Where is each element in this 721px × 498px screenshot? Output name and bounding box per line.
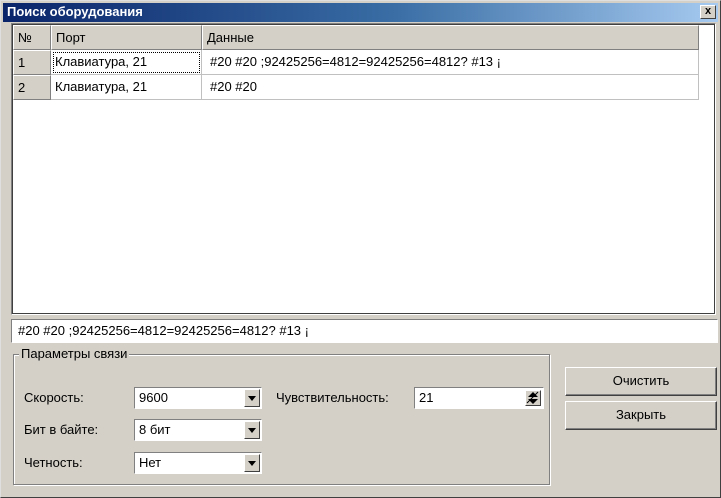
grid-header-row: № Порт Данные [13, 25, 699, 50]
table-row[interactable]: 2 Клавиатура, 21 #20 #20 [13, 75, 699, 100]
bits-value: 8 бит [139, 422, 171, 437]
chevron-down-icon [248, 461, 256, 466]
results-grid[interactable]: № Порт Данные 1 Клавиатура, 21 #20 #20 ;… [11, 23, 716, 315]
sensitivity-value: 21 [419, 390, 434, 405]
parity-dropdown-button[interactable] [244, 454, 260, 472]
column-header-number[interactable]: № [13, 25, 51, 50]
group-title: Параметры связи [19, 346, 130, 361]
clear-button[interactable]: Очистить [565, 367, 717, 396]
close-window-button[interactable]: x [700, 5, 716, 19]
speed-select[interactable]: 9600 [134, 387, 262, 409]
speed-value: 9600 [139, 390, 168, 405]
window-title: Поиск оборудования [7, 4, 143, 19]
speed-dropdown-button[interactable] [244, 389, 260, 407]
row-number[interactable]: 1 [13, 50, 51, 75]
spin-arrows-icon [526, 391, 539, 404]
row-number[interactable]: 2 [13, 75, 51, 100]
port-cell[interactable]: Клавиатура, 21 [51, 75, 202, 100]
connection-params-group: Параметры связи Скорость: 9600 Бит в бай… [13, 346, 550, 485]
speed-label: Скорость: [24, 390, 84, 405]
equipment-search-window: Поиск оборудования x № Порт Данные 1 Кла… [0, 0, 721, 498]
column-header-port[interactable]: Порт [51, 25, 202, 50]
sensitivity-label: Чувствительность: [276, 390, 389, 405]
sensitivity-spinner[interactable]: 21 [414, 387, 544, 409]
port-cell[interactable]: Клавиатура, 21 [51, 50, 202, 75]
data-cell[interactable]: #20 #20 ;92425256=4812=92425256=4812? #1… [202, 50, 699, 75]
parity-select[interactable]: Нет [134, 452, 262, 474]
chevron-down-icon [248, 396, 256, 401]
grid-body: № Порт Данные 1 Клавиатура, 21 #20 #20 ;… [12, 24, 715, 314]
bits-label: Бит в байте: [24, 422, 99, 437]
sensitivity-spin-button[interactable] [525, 390, 541, 406]
bits-select[interactable]: 8 бит [134, 419, 262, 441]
data-cell[interactable]: #20 #20 [202, 75, 699, 100]
parity-value: Нет [139, 455, 162, 470]
bits-dropdown-button[interactable] [244, 421, 260, 439]
parity-label: Четность: [24, 455, 83, 470]
selected-data-field[interactable]: #20 #20 ;92425256=4812=92425256=4812? #1… [11, 319, 718, 343]
column-header-data[interactable]: Данные [202, 25, 699, 50]
chevron-down-icon [248, 428, 256, 433]
table-row[interactable]: 1 Клавиатура, 21 #20 #20 ;92425256=4812=… [13, 50, 699, 75]
title-bar[interactable]: Поиск оборудования x [3, 3, 718, 22]
close-button[interactable]: Закрыть [565, 401, 717, 430]
